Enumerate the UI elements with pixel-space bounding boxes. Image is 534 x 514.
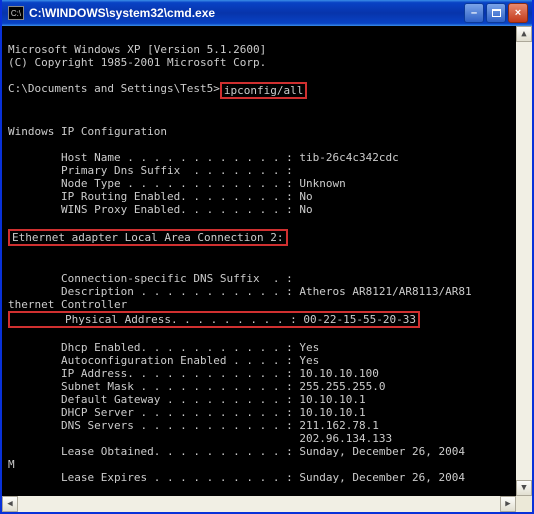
kv-row: DHCP Server . . . . . . . . . . . : 10.1… <box>8 406 366 419</box>
minimize-button[interactable]: – <box>464 3 484 23</box>
kv-row: DNS Servers . . . . . . . . . . . : 211.… <box>8 419 379 432</box>
kv-row: Description . . . . . . . . . . . : Athe… <box>8 285 472 298</box>
kv-row: 202.96.134.133 <box>8 432 392 445</box>
scroll-track-h[interactable] <box>18 496 500 512</box>
kv-row: Lease Obtained. . . . . . . . . . : Sund… <box>8 445 465 458</box>
maximize-button[interactable] <box>486 3 506 23</box>
kv-row: Autoconfiguration Enabled . . . . : Yes <box>8 354 319 367</box>
cmd-window: C:\ C:\WINDOWS\system32\cmd.exe – × Micr… <box>0 0 534 514</box>
kv-row: IP Routing Enabled. . . . . . . . : No <box>8 190 313 203</box>
banner-line2: (C) Copyright 1985-2001 Microsoft Corp. <box>8 56 266 69</box>
kv-row: Host Name . . . . . . . . . . . . : tib-… <box>8 151 399 164</box>
section-ipcfg: Windows IP Configuration <box>8 125 167 138</box>
window-controls: – × <box>464 3 528 23</box>
banner-line1: Microsoft Windows XP [Version 5.1.2600] <box>8 43 266 56</box>
scroll-up-button[interactable]: ▲ <box>516 26 532 42</box>
close-button[interactable]: × <box>508 3 528 23</box>
stray-char: M <box>8 458 15 471</box>
scroll-left-button[interactable]: ◀ <box>2 496 18 512</box>
adapter-header-highlight: Ethernet adapter Local Area Connection 2… <box>8 229 288 246</box>
kv-row: Lease Expires . . . . . . . . . . : Sund… <box>8 471 465 484</box>
prompt-1-path: C:\Documents and Settings\Test5> <box>8 82 220 99</box>
kv-row: Dhcp Enabled. . . . . . . . . . . : Yes <box>8 341 319 354</box>
scroll-down-button[interactable]: ▼ <box>516 480 532 496</box>
console-output[interactable]: Microsoft Windows XP [Version 5.1.2600] … <box>2 26 516 496</box>
physical-address-highlight: Physical Address. . . . . . . . . : 00-2… <box>8 311 420 328</box>
kv-row: IP Address. . . . . . . . . . . . : 10.1… <box>8 367 379 380</box>
kv-row: Subnet Mask . . . . . . . . . . . : 255.… <box>8 380 386 393</box>
command-highlight: ipconfig/all <box>220 82 307 99</box>
kv-row: WINS Proxy Enabled. . . . . . . . : No <box>8 203 313 216</box>
cmd-icon: C:\ <box>8 6 24 20</box>
kv-row-cont: thernet Controller <box>8 298 127 311</box>
scroll-right-button[interactable]: ▶ <box>500 496 516 512</box>
scroll-track[interactable] <box>516 42 532 480</box>
kv-row: Node Type . . . . . . . . . . . . : Unkn… <box>8 177 346 190</box>
titlebar[interactable]: C:\ C:\WINDOWS\system32\cmd.exe – × <box>2 0 532 26</box>
kv-row: Connection-specific DNS Suffix . : <box>8 272 299 285</box>
window-title: C:\WINDOWS\system32\cmd.exe <box>29 6 464 20</box>
scrollbar-horizontal[interactable]: ◀ ▶ <box>2 496 516 512</box>
kv-row: Default Gateway . . . . . . . . . : 10.1… <box>8 393 366 406</box>
scrollbar-corner <box>516 496 532 512</box>
kv-row: Primary Dns Suffix . . . . . . . : <box>8 164 299 177</box>
scrollbar-vertical[interactable]: ▲ ▼ <box>516 26 532 496</box>
